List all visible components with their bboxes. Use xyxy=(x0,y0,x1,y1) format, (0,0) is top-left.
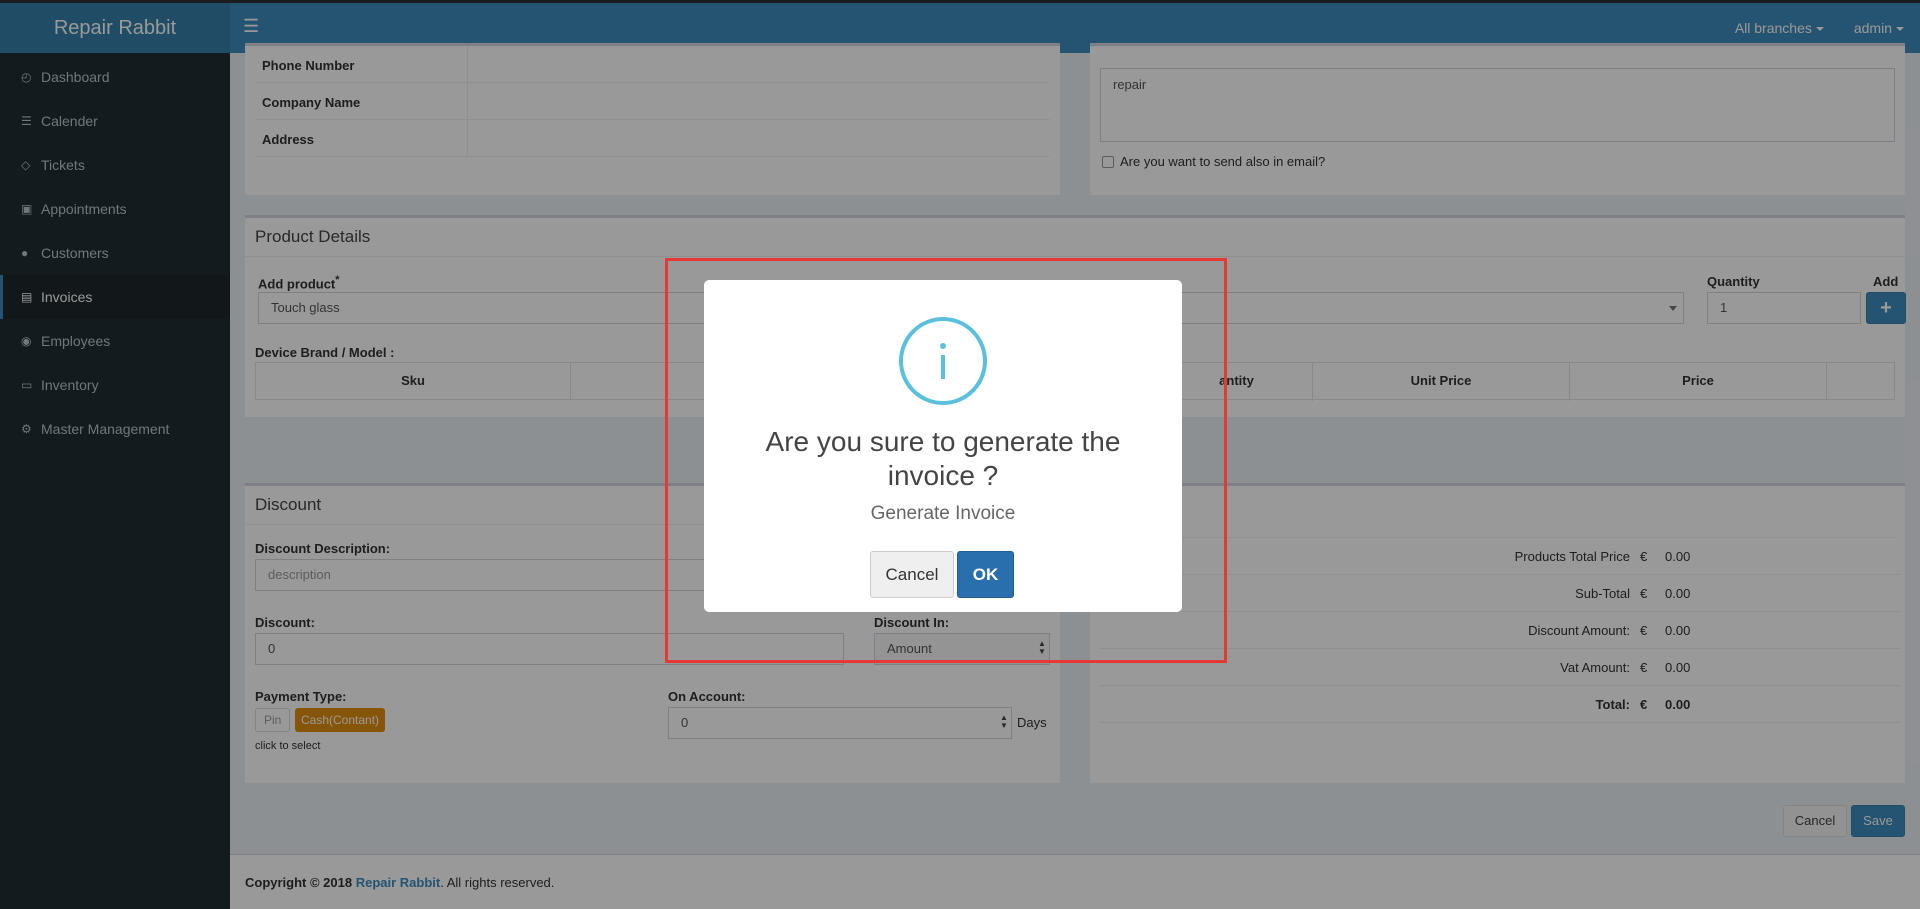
highlight-box xyxy=(665,258,1227,663)
